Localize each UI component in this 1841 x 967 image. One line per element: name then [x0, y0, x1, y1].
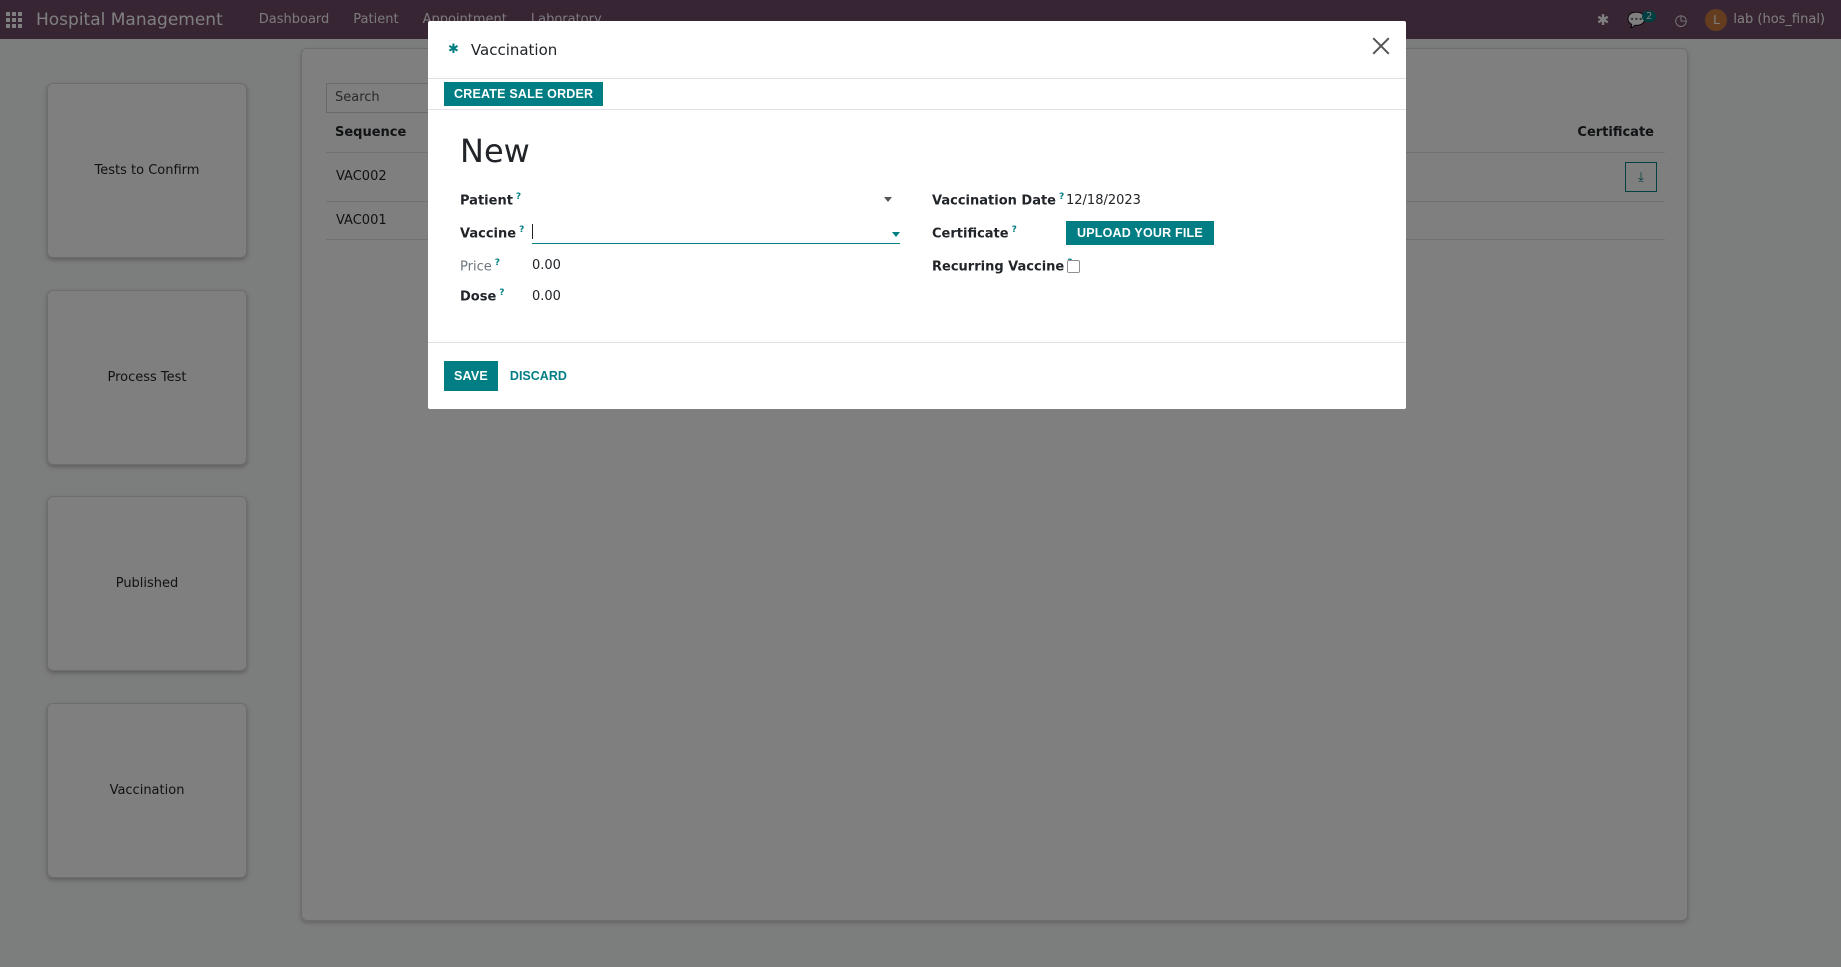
dialog-title: Vaccination	[470, 40, 558, 59]
recurring-vaccine-checkbox[interactable]	[1067, 260, 1080, 273]
bug-icon: ✱	[448, 42, 459, 57]
help-icon[interactable]: ?	[519, 225, 524, 235]
upload-file-button[interactable]: UPLOAD YOUR FILE	[1066, 221, 1214, 245]
dialog-footer: SAVE DISCARD	[428, 342, 1406, 408]
patient-label: Patient?	[460, 192, 522, 209]
help-icon[interactable]: ?	[1012, 225, 1017, 235]
recurring-vaccine-label: Recurring Vaccine?	[932, 258, 1072, 274]
close-icon[interactable]	[1370, 35, 1392, 57]
vaccine-label: Vaccine?	[460, 225, 525, 242]
help-icon[interactable]: ?	[516, 192, 521, 202]
record-title: New	[460, 132, 530, 170]
dialog-header: ✱ Vaccination	[428, 21, 1406, 79]
dose-label: Dose?	[460, 288, 505, 305]
vaccination-date-label: Vaccination Date?	[932, 192, 1065, 209]
discard-button[interactable]: DISCARD	[510, 364, 567, 388]
price-value: 0.00	[532, 258, 561, 273]
help-icon[interactable]: ?	[1059, 192, 1064, 202]
chevron-down-icon[interactable]	[884, 197, 892, 202]
certificate-label: Certificate?	[932, 225, 1017, 242]
vaccination-dialog: ✱ Vaccination CREATE SALE ORDER New Pati…	[428, 21, 1406, 409]
help-icon[interactable]: ?	[495, 258, 500, 268]
dose-field[interactable]: 0.00	[532, 289, 561, 304]
price-label: Price?	[460, 258, 500, 275]
vaccine-field[interactable]	[532, 222, 900, 244]
create-sale-order-button[interactable]: CREATE SALE ORDER	[444, 82, 604, 106]
text-cursor	[532, 224, 533, 239]
save-button[interactable]: SAVE	[444, 360, 498, 391]
help-icon[interactable]: ?	[499, 288, 504, 298]
patient-field[interactable]	[532, 189, 900, 211]
vaccination-date-field[interactable]: 12/18/2023	[1066, 193, 1141, 208]
chevron-down-icon[interactable]	[892, 232, 900, 237]
form-sheet: New Patient? Vaccine? Price? 0.00 Dose? …	[428, 110, 1406, 342]
dialog-statusbar: CREATE SALE ORDER	[428, 79, 1406, 110]
